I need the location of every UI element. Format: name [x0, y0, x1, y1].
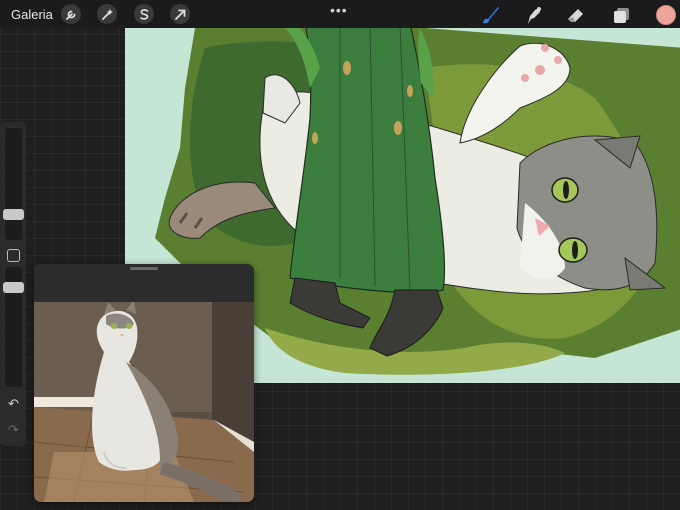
- reference-cat-photo: [34, 302, 254, 502]
- top-toolbar: Galeria •••: [0, 0, 680, 28]
- undo-button[interactable]: ↶: [4, 394, 23, 413]
- modify-button[interactable]: [7, 249, 20, 262]
- opacity-slider[interactable]: [3, 267, 24, 387]
- eraser-icon[interactable]: [565, 4, 587, 26]
- color-picker-swatch[interactable]: [656, 5, 676, 25]
- selection-icon[interactable]: [134, 4, 154, 24]
- gallery-button[interactable]: Galeria: [11, 7, 53, 22]
- opacity-thumb[interactable]: [3, 282, 24, 293]
- brush-sidebar: ↶ ↷: [1, 122, 26, 446]
- reference-drag-handle[interactable]: [130, 267, 158, 270]
- smudge-icon[interactable]: [522, 4, 544, 26]
- more-options-button[interactable]: •••: [330, 2, 348, 18]
- transform-arrow-icon[interactable]: [170, 4, 190, 24]
- reference-window[interactable]: [34, 264, 254, 502]
- adjustments-magic-wand-icon[interactable]: [97, 4, 117, 24]
- layers-icon[interactable]: [610, 4, 632, 26]
- brush-size-slider[interactable]: [3, 128, 24, 240]
- redo-button[interactable]: ↷: [4, 420, 23, 439]
- actions-wrench-icon[interactable]: [61, 4, 81, 24]
- brush-icon[interactable]: [480, 4, 502, 26]
- brush-size-thumb[interactable]: [3, 209, 24, 220]
